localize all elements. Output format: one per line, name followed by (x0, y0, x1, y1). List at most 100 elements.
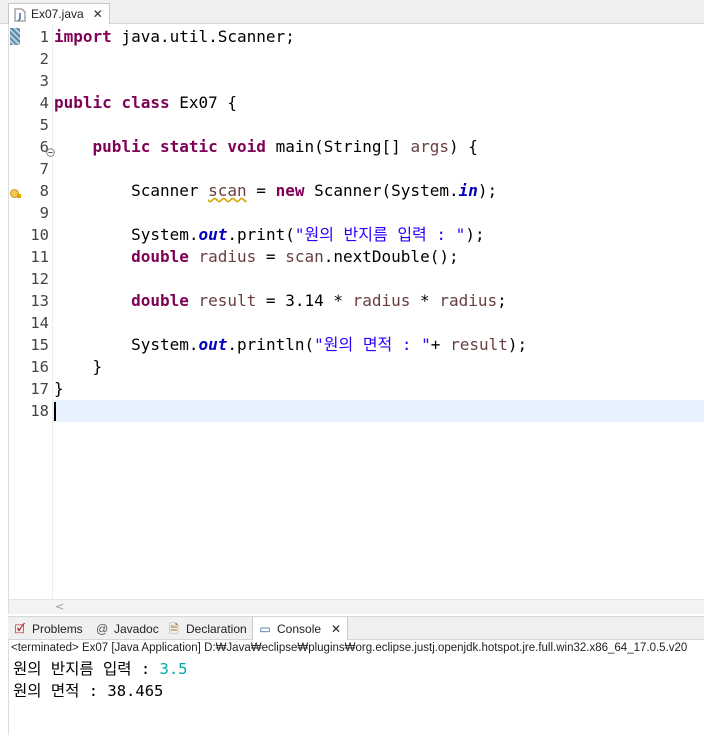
declaration-icon: 🗎 (169, 621, 179, 636)
code-token: .print( (227, 225, 295, 244)
code-line[interactable]: System.out.println("원의 면적 : "+ result); (54, 334, 704, 356)
code-token: args (410, 137, 449, 156)
line-number: 14 (30, 314, 49, 332)
horizontal-scrollbar[interactable]: < (9, 599, 704, 614)
code-token: ; (497, 291, 507, 310)
code-line[interactable]: double result = 3.14 * radius * radius; (54, 290, 704, 312)
tab-console[interactable]: ▭ Console ✕ (252, 617, 348, 640)
code-line[interactable]: System.out.print("원의 반지름 입력 : "); (54, 224, 704, 246)
editor-tab-title: Ex07.java (31, 7, 84, 21)
code-token: result (198, 291, 257, 310)
code-token: ) { (448, 137, 478, 156)
line-number: 1 (39, 28, 49, 46)
text-caret (54, 402, 56, 421)
code-token: "원의 면적 : " (314, 335, 431, 354)
console-line-2: 원의 면적 : 38.465 (13, 682, 164, 700)
bottom-view-tab-bar: 🗹 Problems @ Javadoc 🗎 Declaration ▭ Con… (8, 616, 704, 640)
code-token: public (92, 137, 151, 156)
line-number: 8 (39, 182, 49, 200)
code-token: System. (54, 335, 199, 354)
code-line[interactable]: Scanner scan = new Scanner(System.in); (54, 180, 704, 202)
tab-problems[interactable]: 🗹 Problems (12, 617, 90, 640)
line-number: 7 (39, 160, 49, 178)
code-editor[interactable]: 1 import java.util.Scanner; 2 3 4 public clas… (8, 24, 704, 614)
code-line[interactable]: import java.util.Scanner; (54, 26, 704, 48)
java-file-icon: J (13, 7, 27, 22)
code-token: out (198, 225, 228, 244)
close-icon[interactable]: ✕ (331, 622, 341, 636)
editor-tab-bar: J Ex07.java ✕ (0, 0, 704, 24)
code-token: ); (477, 181, 498, 200)
code-token: ); (465, 225, 485, 244)
close-icon[interactable]: ✕ (93, 7, 103, 21)
code-token: = 3.14 * (256, 291, 353, 310)
code-token: * (410, 291, 440, 310)
code-token: .println( (227, 335, 315, 354)
editor-tab-ex07[interactable]: J Ex07.java ✕ (8, 3, 110, 24)
tab-declaration[interactable]: 🗎 Declaration (166, 617, 252, 640)
tab-label: Console (277, 621, 322, 636)
problems-icon: 🗹 (14, 621, 26, 636)
line-number: 4 (39, 94, 49, 112)
svg-text:J: J (18, 12, 22, 21)
line-number: 5 (39, 116, 49, 134)
console-line-1: 원의 반지름 입력 : 3.5 (13, 658, 187, 680)
code-token: static (159, 137, 218, 156)
code-token: + (430, 335, 451, 354)
line-number: 13 (30, 292, 49, 310)
code-line[interactable]: } (54, 378, 704, 400)
code-line[interactable]: } (54, 356, 704, 378)
console-output[interactable]: <terminated> Ex07 [Java Application] D:₩… (8, 640, 704, 735)
code-line[interactable]: public static void main(String[] args) { (54, 136, 704, 158)
tab-label: Problems (32, 621, 83, 636)
code-token: double (131, 291, 189, 310)
bookmark-marker-icon (10, 28, 20, 45)
line-number: 10 (30, 226, 49, 244)
line-number: 18 (30, 402, 49, 420)
code-token: main(String[] (265, 137, 411, 156)
tab-label: Javadoc (114, 621, 159, 636)
tab-javadoc[interactable]: @ Javadoc (94, 617, 164, 640)
line-number: 16 (30, 358, 49, 376)
code-token: out (198, 335, 228, 354)
code-token: ); (507, 335, 528, 354)
code-token: radius (352, 291, 411, 310)
code-token: in (458, 181, 478, 200)
at-icon: @ (95, 621, 109, 636)
code-token: System. (54, 225, 199, 244)
code-token: scan (208, 181, 247, 200)
code-token: Scanner (54, 181, 209, 200)
code-token: double (131, 247, 189, 266)
code-token: radius (198, 247, 257, 266)
line-number: 12 (30, 270, 49, 288)
code-token: radius (439, 291, 498, 310)
line-number: 9 (39, 204, 49, 222)
console-prompt-text: 원의 반지름 입력 : (13, 660, 160, 678)
line-number: 11 (30, 248, 49, 266)
code-line[interactable]: public class Ex07 { (54, 92, 704, 114)
code-token: } (54, 357, 103, 376)
code-token: scan (285, 247, 324, 266)
code-token: Ex07 { (169, 93, 238, 112)
code-token: result (450, 335, 508, 354)
code-token: Scanner(System. (304, 181, 459, 200)
warning-icon[interactable] (10, 184, 21, 198)
code-token: import (54, 27, 112, 46)
console-icon: ▭ (259, 621, 271, 636)
tab-label: Declaration (186, 621, 247, 636)
line-number: 3 (39, 72, 49, 90)
scroll-left-icon[interactable]: < (55, 600, 64, 614)
code-token: = (246, 181, 276, 200)
line-number: 17 (30, 380, 49, 398)
fold-collapse-icon[interactable] (46, 142, 55, 157)
line-number: 2 (39, 50, 49, 68)
console-user-input: 3.5 (159, 660, 188, 678)
code-line[interactable]: double radius = scan.nextDouble(); (54, 246, 704, 268)
code-token: } (54, 379, 64, 398)
